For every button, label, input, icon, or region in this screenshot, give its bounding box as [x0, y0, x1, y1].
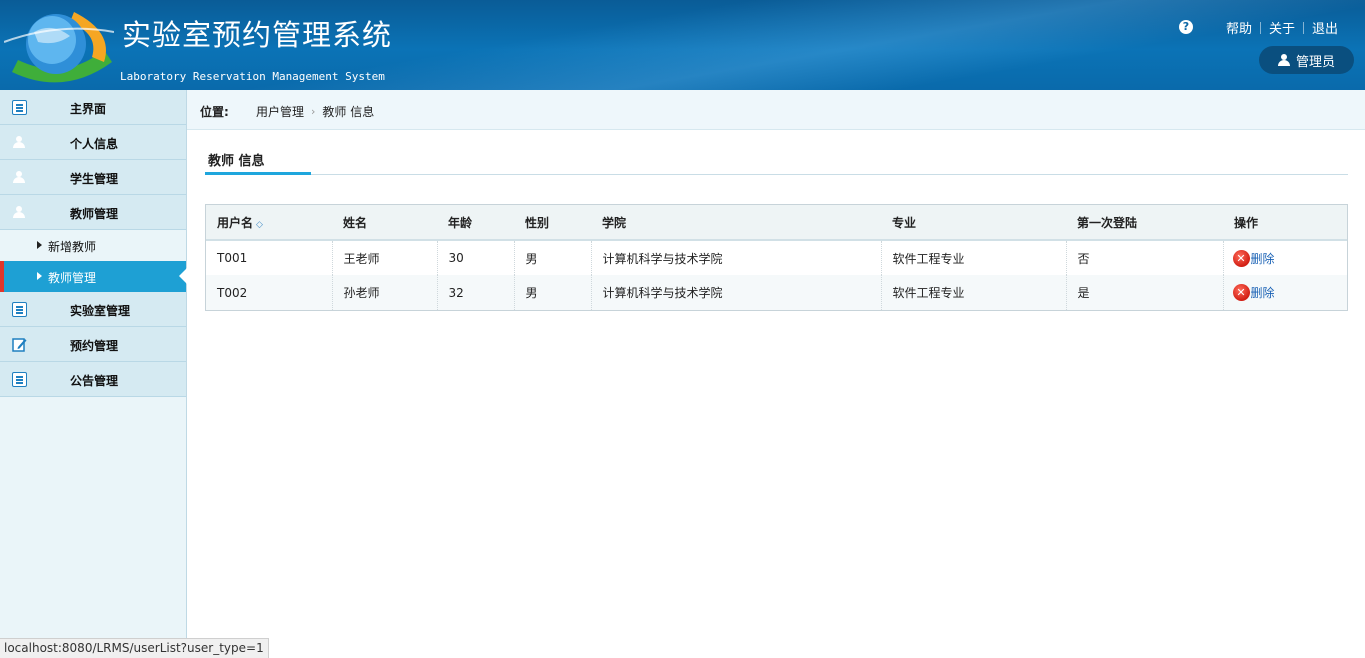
- user-name: 管理员: [1295, 54, 1335, 70]
- column-header-college: 学院: [591, 205, 881, 241]
- breadcrumb-item-teacher-info: 教师 信息: [322, 105, 375, 119]
- delete-icon: ✕: [1232, 249, 1250, 267]
- column-header-gender: 性别: [514, 205, 591, 241]
- delete-button[interactable]: ✕ 删除: [1232, 284, 1275, 301]
- sidebar-item-reservations[interactable]: 预约管理: [0, 327, 186, 362]
- person-icon: [12, 170, 27, 185]
- table-row: T001 王老师 30 男 计算机科学与技术学院 软件工程专业 否 ✕ 删除: [206, 240, 1347, 275]
- sidebar-item-label: 公告管理: [70, 374, 119, 388]
- globe-logo-icon: [4, 12, 114, 83]
- table-row: T002 孙老师 32 男 计算机科学与技术学院 软件工程专业 是 ✕ 删除: [206, 275, 1347, 310]
- sidebar-item-teachers[interactable]: 教师管理: [0, 195, 186, 230]
- cell-gender: 男: [514, 275, 592, 310]
- system-subtitle: Laboratory Reservation Management System: [120, 70, 385, 83]
- sidebar-item-label: 主界面: [70, 102, 107, 116]
- cell-username: T002: [206, 275, 333, 310]
- cell-username: T001: [206, 240, 333, 275]
- breadcrumb-item-user-management[interactable]: 用户管理: [256, 103, 304, 120]
- list-icon: [12, 372, 27, 387]
- cell-actions: ✕ 删除: [1223, 240, 1347, 275]
- cell-first-login: 是: [1066, 275, 1224, 310]
- cell-major: 软件工程专业: [881, 240, 1067, 275]
- app-header: 实验室预约管理系统 Laboratory Reservation Managem…: [0, 0, 1365, 90]
- table-header-row: 用户名 ◇ 姓名 年龄 性别 学院 专业 第一次登陆 操作: [206, 205, 1347, 241]
- sidebar-item-label: 实验室管理: [70, 304, 131, 318]
- delete-label: 删除: [1250, 251, 1275, 266]
- cell-name: 王老师: [332, 240, 438, 275]
- sidebar-subitem-label: 新增教师: [48, 240, 97, 254]
- sidebar-subitem-teacher-management[interactable]: 教师管理: [0, 261, 187, 292]
- cell-name: 孙老师: [332, 275, 438, 310]
- divider: [1303, 21, 1305, 34]
- caret-right-icon: [37, 241, 42, 249]
- help-icon[interactable]: ?: [1179, 20, 1193, 34]
- sidebar-subitem-label: 教师管理: [48, 271, 97, 285]
- sidebar-item-label: 学生管理: [70, 172, 119, 186]
- system-title: 实验室预约管理系统: [122, 18, 393, 52]
- sidebar-item-announcements[interactable]: 公告管理: [0, 362, 186, 397]
- sidebar-item-students[interactable]: 学生管理: [0, 160, 186, 195]
- chevron-right-icon: ›: [311, 105, 316, 118]
- browser-status-url: localhost:8080/LRMS/userList?user_type=1: [0, 638, 269, 658]
- breadcrumb-label: 位置:: [200, 105, 229, 119]
- person-icon: [12, 135, 27, 150]
- delete-icon: ✕: [1232, 284, 1250, 301]
- cell-age: 30: [437, 240, 515, 275]
- edit-icon: [12, 338, 27, 352]
- column-header-username[interactable]: 用户名 ◇: [206, 205, 332, 241]
- user-menu-button[interactable]: 管理员: [1259, 46, 1354, 74]
- cell-age: 32: [437, 275, 515, 310]
- column-header-name: 姓名: [332, 205, 437, 241]
- sidebar-item-label: 教师管理: [70, 207, 119, 221]
- column-header-actions: 操作: [1223, 205, 1347, 241]
- cell-college: 计算机科学与技术学院: [591, 240, 882, 275]
- section-divider: [205, 174, 1348, 175]
- about-link[interactable]: 关于: [1269, 18, 1295, 37]
- cell-actions: ✕ 删除: [1223, 275, 1347, 310]
- section-title-underline: [205, 172, 311, 175]
- sidebar-item-label: 个人信息: [70, 137, 119, 151]
- cell-major: 软件工程专业: [881, 275, 1067, 310]
- sort-icon[interactable]: ◇: [256, 220, 263, 230]
- sidebar-item-labs[interactable]: 实验室管理: [0, 292, 186, 327]
- user-icon: [1277, 54, 1290, 66]
- sidebar-subitem-add-teacher[interactable]: 新增教师: [0, 230, 186, 261]
- breadcrumb-path: 用户管理 › 教师 信息: [256, 103, 374, 120]
- delete-button[interactable]: ✕ 删除: [1232, 249, 1275, 267]
- cell-first-login: 否: [1066, 240, 1224, 275]
- column-header-age: 年龄: [437, 205, 514, 241]
- caret-right-icon: [37, 272, 42, 280]
- delete-label: 删除: [1250, 286, 1275, 300]
- cell-gender: 男: [514, 240, 592, 275]
- sidebar-item-label: 预约管理: [70, 339, 119, 353]
- sidebar-item-profile[interactable]: 个人信息: [0, 125, 186, 160]
- logout-link[interactable]: 退出: [1312, 18, 1338, 37]
- cell-college: 计算机科学与技术学院: [591, 275, 882, 310]
- list-icon: [12, 302, 27, 317]
- column-header-first-login: 第一次登陆: [1066, 205, 1223, 241]
- help-link[interactable]: 帮助: [1226, 18, 1252, 37]
- page-title: 教师 信息: [208, 154, 265, 169]
- list-icon: [12, 100, 27, 115]
- person-icon: [12, 205, 27, 220]
- teacher-table: 用户名 ◇ 姓名 年龄 性别 学院 专业 第一次登陆 操作 T001 王老师 30…: [205, 204, 1348, 311]
- column-header-major: 专业: [881, 205, 1066, 241]
- sidebar-item-home[interactable]: 主界面: [0, 90, 186, 125]
- top-links: 帮助 关于 退出: [1226, 18, 1338, 37]
- divider: [1260, 21, 1262, 34]
- breadcrumb: 位置: 用户管理 › 教师 信息: [187, 90, 1365, 130]
- sidebar: 主界面 个人信息 学生管理 教师管理 新增教师 教师管理 实验室管理 预约管理 …: [0, 90, 187, 658]
